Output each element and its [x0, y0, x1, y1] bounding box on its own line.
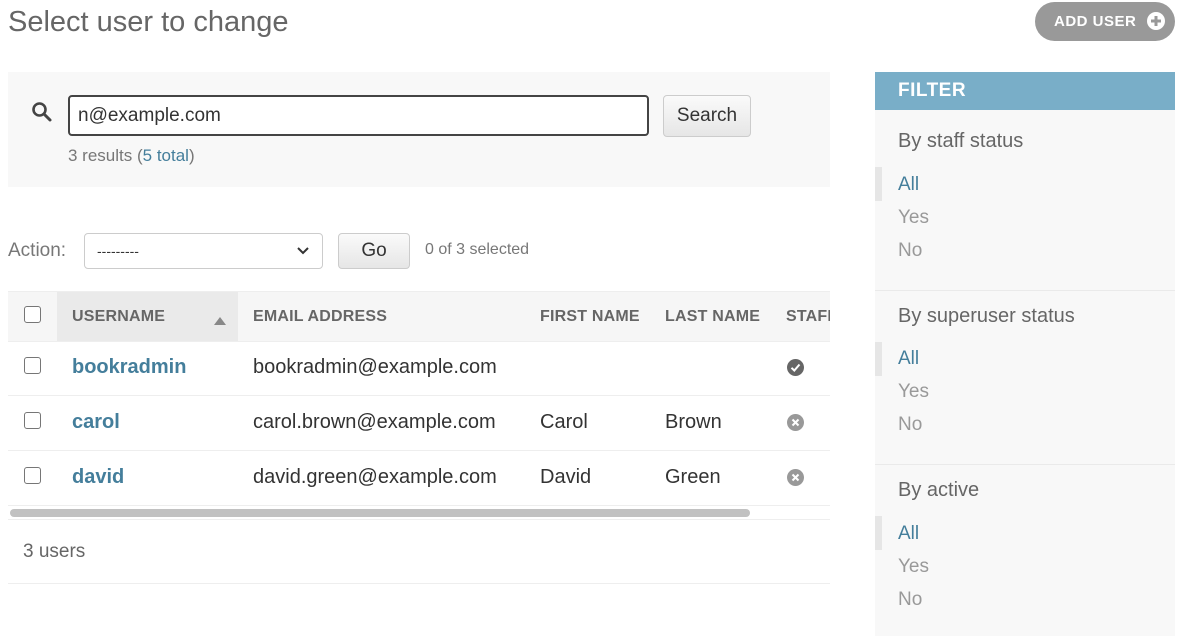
filter-divider [875, 464, 1175, 465]
table-row: david david.green@example.com David Gree… [8, 450, 830, 506]
result-count-footer: 3 users [8, 519, 830, 584]
action-selected-option: --------- [97, 243, 139, 259]
username-link[interactable]: carol [72, 395, 120, 450]
search-results-summary: 3 results (5 total) [68, 146, 195, 166]
column-header-email[interactable]: EMAIL ADDRESS [253, 292, 387, 341]
filter-group-title-superuser: By superuser status [898, 305, 1075, 327]
search-input[interactable] [68, 95, 649, 136]
row-checkbox[interactable] [24, 412, 41, 429]
row-checkbox[interactable] [24, 467, 41, 484]
last-name-cell: Green [665, 466, 721, 488]
total-results-link[interactable]: 5 total [143, 146, 189, 165]
scrollbar-thumb[interactable] [10, 509, 750, 517]
results-count: 3 results ( [68, 146, 143, 165]
filter-header: FILTER [875, 72, 1175, 110]
email-cell: david.green@example.com [253, 466, 497, 488]
filter-active-no[interactable]: No [898, 589, 922, 611]
column-header-username[interactable]: USERNAME [72, 292, 165, 341]
column-header-last-name[interactable]: LAST NAME [665, 292, 760, 341]
go-button[interactable]: Go [338, 233, 410, 269]
selected-count: 0 of 3 selected [425, 241, 530, 258]
table-header: USERNAME EMAIL ADDRESS FIRST NAME LAST N… [8, 291, 830, 342]
row-checkbox[interactable] [24, 357, 41, 374]
x-circle-icon [787, 469, 804, 486]
action-label: Action: [8, 240, 67, 261]
username-link[interactable]: david [72, 450, 124, 505]
filter-active-yes[interactable]: Yes [898, 556, 929, 578]
filter-staff-no[interactable]: No [898, 240, 922, 262]
action-select[interactable]: --------- [84, 233, 323, 269]
sort-ascending-icon[interactable] [214, 317, 226, 325]
page-title: Select user to change [8, 6, 289, 38]
filter-staff-yes[interactable]: Yes [898, 207, 929, 229]
table-row: bookradmin bookradmin@example.com [8, 340, 830, 396]
filter-selected-marker [875, 516, 882, 550]
filter-group-title-active: By active [898, 479, 980, 501]
search-button[interactable]: Search [663, 95, 751, 137]
filter-superuser-no[interactable]: No [898, 414, 922, 436]
table-row: carol carol.brown@example.com Carol Brow… [8, 395, 830, 451]
search-icon [32, 102, 52, 122]
filter-staff-all[interactable]: All [898, 174, 919, 196]
select-all-checkbox[interactable] [24, 306, 41, 323]
x-circle-icon [787, 414, 804, 431]
filter-selected-marker [875, 167, 882, 201]
add-user-label: ADD USER [1054, 13, 1137, 30]
filter-group-title-staff: By staff status [898, 130, 1024, 152]
filter-superuser-all[interactable]: All [898, 348, 919, 370]
last-name-cell: Brown [665, 411, 722, 433]
filter-divider [875, 290, 1175, 291]
plus-icon [1147, 12, 1165, 30]
check-circle-icon [787, 359, 804, 376]
column-header-staff[interactable]: STAFF [786, 292, 830, 341]
filter-superuser-yes[interactable]: Yes [898, 381, 929, 403]
first-name-cell: David [540, 466, 592, 488]
filter-active-all[interactable]: All [898, 523, 919, 545]
email-cell: carol.brown@example.com [253, 411, 496, 433]
email-cell: bookradmin@example.com [253, 356, 497, 378]
first-name-cell: Carol [540, 411, 588, 433]
results-suffix: ) [188, 146, 195, 165]
username-link[interactable]: bookradmin [72, 340, 186, 395]
add-user-button[interactable]: ADD USER [1035, 2, 1175, 41]
chevron-down-icon [297, 247, 309, 255]
filter-sidebar [875, 72, 1175, 636]
column-header-first-name[interactable]: FIRST NAME [540, 292, 640, 341]
filter-selected-marker [875, 342, 882, 376]
